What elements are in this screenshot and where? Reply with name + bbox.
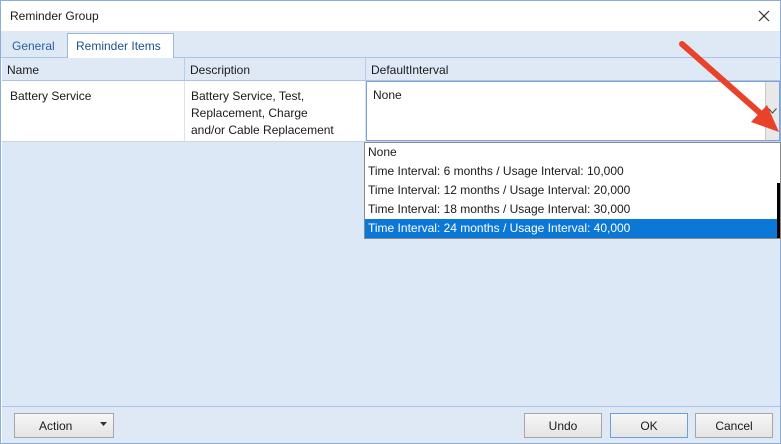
- chevron-down-icon: [768, 108, 777, 114]
- ok-button[interactable]: OK: [610, 413, 688, 438]
- footer-bar: Action Undo OK Cancel: [2, 406, 780, 443]
- grid-header: Name Description DefaultInterval: [2, 58, 780, 81]
- interval-dropdown-list[interactable]: None Time Interval: 6 months / Usage Int…: [364, 142, 781, 239]
- table-row[interactable]: Battery Service Battery Service, Test, R…: [2, 81, 780, 142]
- dropdown-option-selected[interactable]: Time Interval: 24 months / Usage Interva…: [365, 219, 780, 238]
- dropdown-option[interactable]: Time Interval: 6 months / Usage Interval…: [365, 162, 780, 181]
- action-button[interactable]: Action: [14, 413, 114, 438]
- tab-general[interactable]: General: [3, 33, 64, 57]
- close-icon: [758, 10, 770, 22]
- cancel-button[interactable]: Cancel: [695, 413, 773, 438]
- description-line: Battery Service, Test,: [191, 89, 305, 103]
- action-label: Action: [39, 418, 73, 433]
- column-header-defaultinterval[interactable]: DefaultInterval: [366, 58, 780, 80]
- undo-button[interactable]: Undo: [524, 413, 602, 438]
- column-header-name[interactable]: Name: [2, 58, 185, 80]
- close-button[interactable]: [752, 4, 776, 28]
- dropdown-option[interactable]: None: [365, 143, 780, 162]
- cell-name[interactable]: Battery Service: [2, 81, 185, 141]
- description-line: Replacement, Charge: [191, 106, 308, 120]
- column-header-description[interactable]: Description: [185, 58, 366, 80]
- dropdown-scrollbar[interactable]: [777, 183, 780, 238]
- combo-dropdown-button[interactable]: [765, 82, 779, 140]
- caret-down-icon: [100, 422, 107, 426]
- combo-value: None: [373, 88, 402, 102]
- default-interval-combo[interactable]: None: [366, 81, 780, 141]
- dropdown-option[interactable]: Time Interval: 18 months / Usage Interva…: [365, 200, 780, 219]
- dropdown-option[interactable]: Time Interval: 12 months / Usage Interva…: [365, 181, 780, 200]
- tab-reminder-items[interactable]: Reminder Items: [67, 33, 174, 59]
- description-line: and/or Cable Replacement: [191, 123, 334, 137]
- window-title: Reminder Group: [10, 9, 99, 23]
- reminder-group-window: Reminder Group General Reminder Items Na…: [0, 0, 781, 444]
- cell-description[interactable]: Battery Service, Test, Replacement, Char…: [185, 81, 366, 141]
- title-bar: Reminder Group: [1, 1, 780, 31]
- tab-strip: General Reminder Items: [1, 31, 780, 59]
